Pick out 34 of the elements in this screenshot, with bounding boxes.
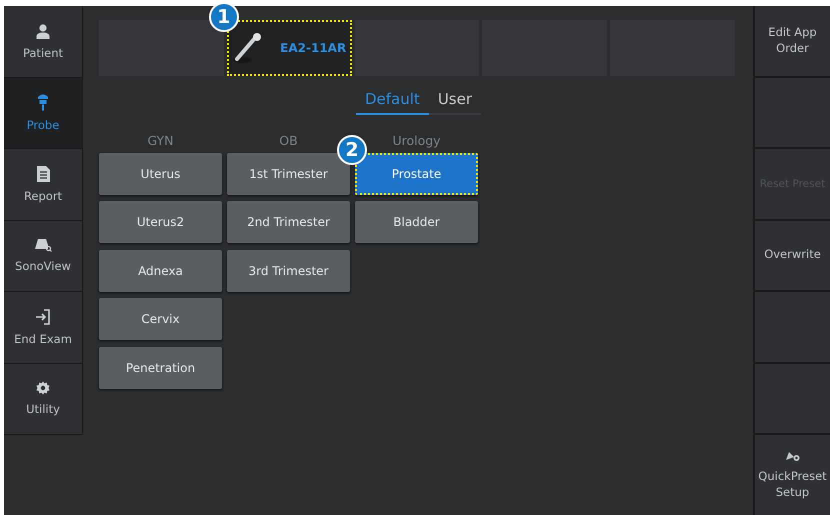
column-heading: Urology xyxy=(391,133,442,147)
document-icon xyxy=(36,166,50,182)
preset-button[interactable]: Penetration xyxy=(99,346,222,388)
preset-button[interactable]: Uterus xyxy=(99,152,222,194)
callout-badge: 1 xyxy=(208,2,239,32)
sidebar-item[interactable]: Probe xyxy=(4,78,82,149)
sidebar-item[interactable]: Report xyxy=(4,149,82,220)
column-heading: OB xyxy=(278,133,299,147)
sidebar-item[interactable]: SonoView xyxy=(4,220,82,292)
side-button[interactable]: QuickPreset Setup xyxy=(755,435,830,515)
preset-button[interactable]: Bladder xyxy=(355,201,478,243)
column-heading: GYN xyxy=(146,133,175,147)
blank-button[interactable] xyxy=(755,364,830,435)
probe-icon xyxy=(37,93,49,112)
exit-icon xyxy=(35,308,51,325)
tab[interactable]: Default xyxy=(356,88,429,115)
preset-button[interactable]: 3rd Trimester xyxy=(227,250,350,292)
sidebar-item[interactable]: Patient xyxy=(4,6,82,78)
sidebar-item[interactable]: End Exam xyxy=(4,292,82,364)
preset-button[interactable]: Adnexa xyxy=(99,250,222,292)
sidebar-item[interactable]: Utility xyxy=(4,364,82,435)
preset-button[interactable]: 2nd Trimester xyxy=(227,201,350,243)
image-search-icon xyxy=(34,238,52,252)
preset-button[interactable]: Uterus2 xyxy=(99,201,222,243)
preset-button[interactable]: Cervix xyxy=(99,298,222,340)
side-button[interactable]: Edit App Order xyxy=(755,6,830,78)
tab[interactable]: User xyxy=(428,88,482,115)
settings-icon xyxy=(36,381,50,396)
person-icon xyxy=(35,22,51,39)
callout-badge: 2 xyxy=(337,134,367,164)
blank-button[interactable] xyxy=(755,292,830,364)
side-button[interactable]: Overwrite xyxy=(755,220,830,292)
bell-gear-icon xyxy=(784,449,800,464)
blank-button[interactable] xyxy=(755,78,830,149)
